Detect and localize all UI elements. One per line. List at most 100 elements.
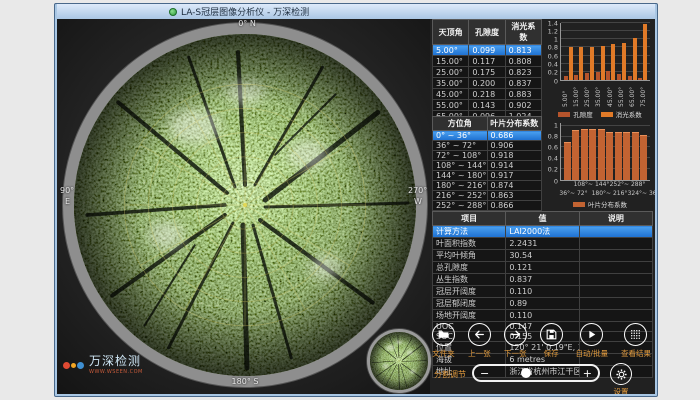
table-row[interactable]: 45.00°0.2180.883 <box>433 89 542 100</box>
cell: 25.00° <box>433 67 469 78</box>
save-button[interactable]: 保存 <box>540 323 563 361</box>
table-row[interactable]: 252° ~ 288°0.866 <box>433 201 542 211</box>
settings-label: 设置 <box>614 386 629 394</box>
cell: 0.808 <box>505 56 541 67</box>
app-window: LA-S冠层图像分析仪 - 万深检测 <box>54 3 658 397</box>
cell: 35.00° <box>433 78 469 89</box>
slider-thumb[interactable] <box>521 368 531 378</box>
x-tick-label: 35.00° <box>594 81 605 107</box>
y-tick-label: 0.4 <box>548 61 558 68</box>
table-row[interactable]: 场地开阔度0.110 <box>433 310 653 322</box>
x-tick-label: 45.00° <box>605 81 616 107</box>
cell: 总孔隙度 <box>433 262 506 274</box>
slider-plus-button[interactable]: + <box>583 368 592 379</box>
column-header: 天顶角 <box>433 20 469 45</box>
cell <box>579 226 652 238</box>
folder-button[interactable]: 文件夹 <box>432 323 455 361</box>
slider-minus-button[interactable]: − <box>480 368 489 379</box>
grid-button[interactable]: 查看结果 <box>621 323 651 361</box>
settings-button[interactable]: 设置 <box>610 363 632 394</box>
play-button[interactable]: 自动/批量 <box>576 323 609 361</box>
table-row[interactable]: 180° ~ 216°0.874 <box>433 181 542 191</box>
table-row[interactable]: 冠层郁闭度0.89 <box>433 298 653 310</box>
column-header: 项目 <box>433 212 506 226</box>
app-icon <box>169 8 177 16</box>
bar-group <box>563 23 574 80</box>
bar <box>589 129 596 180</box>
x-axis-labels: 36°~ 72°108°~ 144°180°~ 216°252°~ 288°32… <box>560 181 650 199</box>
table-row[interactable]: 总孔隙度0.121 <box>433 262 653 274</box>
segmentation-row: 分割调节 − + 设置 <box>434 363 651 393</box>
table-row[interactable]: 36° ~ 72°0.906 <box>433 141 542 151</box>
arrow-left-button[interactable]: 上一张 <box>468 323 491 361</box>
column-header: 说明 <box>579 212 652 226</box>
bar <box>601 46 605 80</box>
cell: 0.110 <box>506 286 579 298</box>
y-tick-label: 0.4 <box>548 156 558 163</box>
bar <box>585 73 589 80</box>
bar <box>598 129 605 180</box>
table-row[interactable]: 108° ~ 144°0.914 <box>433 161 542 171</box>
bar <box>574 75 578 80</box>
cell: 0.917 <box>487 171 542 181</box>
cell: 216° ~ 252° <box>433 191 488 201</box>
cell: 场地开阔度 <box>433 310 506 322</box>
cell: 55.00° <box>433 100 469 111</box>
bar-group <box>640 123 649 180</box>
cell: 180° ~ 216° <box>433 181 488 191</box>
x-axis-labels: 5.00°15.00°25.00°35.00°45.00°55.00°65.00… <box>560 81 650 107</box>
table-row[interactable]: 0° ~ 36°0.686 <box>433 131 542 141</box>
cell: 0.863 <box>487 191 542 201</box>
legend-label: 叶片分布系数 <box>588 199 627 209</box>
table-row[interactable]: 15.00°0.1170.808 <box>433 56 542 67</box>
x-tick-label: 36°~ 72° <box>559 190 587 197</box>
bar <box>638 78 642 80</box>
table-row[interactable]: 216° ~ 252°0.863 <box>433 191 542 201</box>
y-tick-label: 0 <box>554 178 558 185</box>
y-tick-label: 1 <box>554 36 558 43</box>
cell: 5.00° <box>433 45 469 56</box>
title-bar[interactable]: LA-S冠层图像分析仪 - 万深检测 <box>57 4 655 19</box>
table-row[interactable]: 55.00°0.1430.902 <box>433 100 542 111</box>
bar-group <box>597 123 606 180</box>
compass-north-label: 0° N <box>225 19 269 28</box>
table-row[interactable]: 丛生指数0.837 <box>433 274 653 286</box>
legend-label: 消光系数 <box>616 109 642 119</box>
table-row[interactable]: 冠层开阔度0.110 <box>433 286 653 298</box>
table-row[interactable]: 平均叶倾角30.54 <box>433 250 653 262</box>
cell: 0.837 <box>506 274 579 286</box>
table-row[interactable]: 25.00°0.1750.823 <box>433 67 542 78</box>
window-title: LA-S冠层图像分析仪 - 万深检测 <box>181 5 309 18</box>
bar-group <box>574 23 585 80</box>
table-row[interactable]: 35.00°0.2000.837 <box>433 78 542 89</box>
segmentation-label: 分割调节 <box>434 369 466 380</box>
table-row[interactable]: 计算方法LAI2000法 <box>433 226 653 238</box>
button-label: 保存 <box>544 348 559 359</box>
x-tick-label: 55.00° <box>616 81 627 107</box>
table-row[interactable]: 叶面积指数2.2431 <box>433 238 653 250</box>
cell: 30.54 <box>506 250 579 262</box>
bar <box>581 129 588 180</box>
bar <box>640 135 647 180</box>
thumbnail-preview <box>367 329 431 393</box>
x-tick-label: 324°~ 360° <box>628 190 655 197</box>
legend-label: 孔隙度 <box>573 109 593 119</box>
play-icon <box>580 323 603 346</box>
cell <box>579 298 652 310</box>
toolbar: 文件夹上一张下一张保存 自动/批量查看结果 <box>432 323 651 361</box>
table-row[interactable]: 72° ~ 108°0.918 <box>433 151 542 161</box>
column-header: 叶片分布系数 <box>487 117 542 131</box>
segmentation-slider[interactable]: − + <box>472 364 600 382</box>
bar <box>622 43 626 80</box>
cell: 0.175 <box>469 67 505 78</box>
folder-icon <box>432 323 455 346</box>
bar <box>615 132 622 180</box>
cell: 0.813 <box>505 45 541 56</box>
legend-item: 孔隙度 <box>558 109 593 119</box>
bar-groups <box>561 23 650 80</box>
table-row[interactable]: 144° ~ 180°0.917 <box>433 171 542 181</box>
table-row[interactable]: 5.00°0.0990.813 <box>433 45 542 56</box>
window-content: 0° N 180° S 90° E 270° W 万深检测 WWW.WSEEN.… <box>57 19 655 394</box>
bar-group <box>637 23 648 80</box>
arrow-right-button[interactable]: 下一张 <box>504 323 527 361</box>
